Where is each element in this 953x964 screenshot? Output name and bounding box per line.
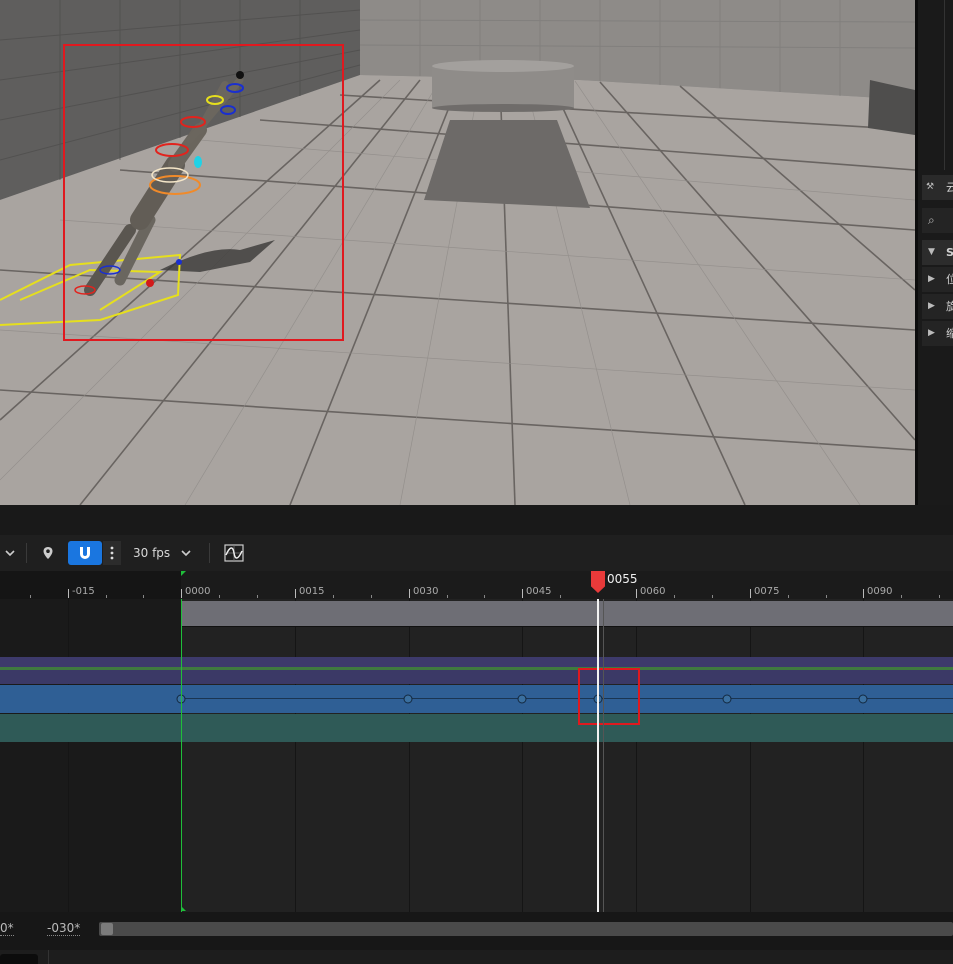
keyframe[interactable] (858, 694, 868, 704)
divider (209, 543, 210, 563)
section-label: SK (946, 240, 953, 265)
outliner-scroll (944, 0, 953, 170)
ruler-label: 0030 (413, 586, 439, 597)
pre-roll-shade (0, 599, 181, 912)
property-label: 位 (946, 267, 953, 292)
range-start-field[interactable]: 0* (0, 921, 14, 936)
fps-label: 30 fps (133, 546, 171, 560)
ruler-label: 0090 (867, 586, 893, 597)
triangle-right-icon: ▶ (928, 274, 935, 284)
details-search[interactable]: ⌕ (922, 208, 953, 233)
time-ruler[interactable]: -015 0000 0015 0030 0045 0060 0075 0090 … (0, 571, 953, 600)
ruler-label: 0060 (640, 586, 666, 597)
level-viewport[interactable] (0, 0, 915, 505)
property-label: 缩 (946, 321, 953, 346)
track-row-purple[interactable] (0, 657, 953, 667)
triangle-right-icon: ▶ (928, 301, 935, 311)
track-area[interactable] (0, 599, 953, 912)
track-row-blue[interactable] (0, 685, 953, 713)
keyframe[interactable] (517, 694, 527, 704)
bottom-tab[interactable] (0, 954, 38, 964)
more-options-icon[interactable] (103, 541, 121, 565)
property-row-rotation[interactable]: ▶ 旋 (922, 294, 953, 319)
fps-dropdown[interactable]: 30 fps (125, 541, 197, 565)
chevron-down-icon (181, 550, 191, 557)
details-tab[interactable]: ⚒ 云 (922, 175, 953, 200)
status-strip (0, 950, 953, 964)
timeline-scrollbar[interactable] (99, 922, 953, 936)
triangle-right-icon: ▶ (928, 328, 935, 338)
panel-separator (0, 505, 953, 535)
scrollbar-thumb[interactable] (101, 923, 113, 935)
magnet-snap-icon[interactable] (68, 541, 102, 565)
track-row-teal[interactable] (0, 714, 953, 742)
chevron-down-icon[interactable] (0, 541, 20, 565)
track-row-purple-2[interactable] (0, 670, 953, 684)
playhead-label: 0055 (607, 572, 638, 586)
tools-icon: ⚒ (926, 182, 935, 192)
divider (26, 543, 27, 563)
ruler-label: 0000 (185, 586, 211, 597)
playhead-handle[interactable] (591, 571, 605, 593)
playhead-shadow (603, 599, 604, 912)
location-pin-icon[interactable] (38, 541, 58, 565)
triangle-down-icon: ▼ (928, 247, 935, 257)
start-marker (181, 571, 186, 576)
view-start-field[interactable]: -030* (47, 921, 81, 936)
start-marker-bottom (181, 906, 186, 911)
details-tab-label: 云 (946, 175, 953, 200)
property-label: 旋 (946, 294, 953, 319)
keyframe[interactable] (722, 694, 732, 704)
divider (48, 950, 49, 964)
viewport-scene (0, 0, 915, 505)
ruler-label: 0045 (526, 586, 552, 597)
ruler-label: -015 (72, 586, 95, 597)
property-row-scale[interactable]: ▶ 缩 (922, 321, 953, 346)
start-line (181, 599, 182, 912)
keyframe-selection-box (578, 668, 640, 725)
keyframe[interactable] (403, 694, 413, 704)
section-header-sk[interactable]: ▼ SK (922, 240, 953, 265)
sequencer-toolbar: 30 fps (0, 535, 953, 571)
details-panel: ⚒ 云 ⌕ ▼ SK ▶ 位 ▶ 旋 ▶ 缩 (915, 0, 953, 505)
curve-editor-icon[interactable] (222, 541, 246, 565)
playhead-line[interactable] (597, 599, 599, 912)
sequencer-footer: 0* -030* (0, 912, 953, 964)
key-line (181, 698, 953, 699)
animation-section[interactable] (181, 601, 953, 627)
search-icon: ⌕ (928, 213, 935, 227)
property-row-location[interactable]: ▶ 位 (922, 267, 953, 292)
ruler-label: 0015 (299, 586, 325, 597)
ruler-label: 0075 (754, 586, 780, 597)
